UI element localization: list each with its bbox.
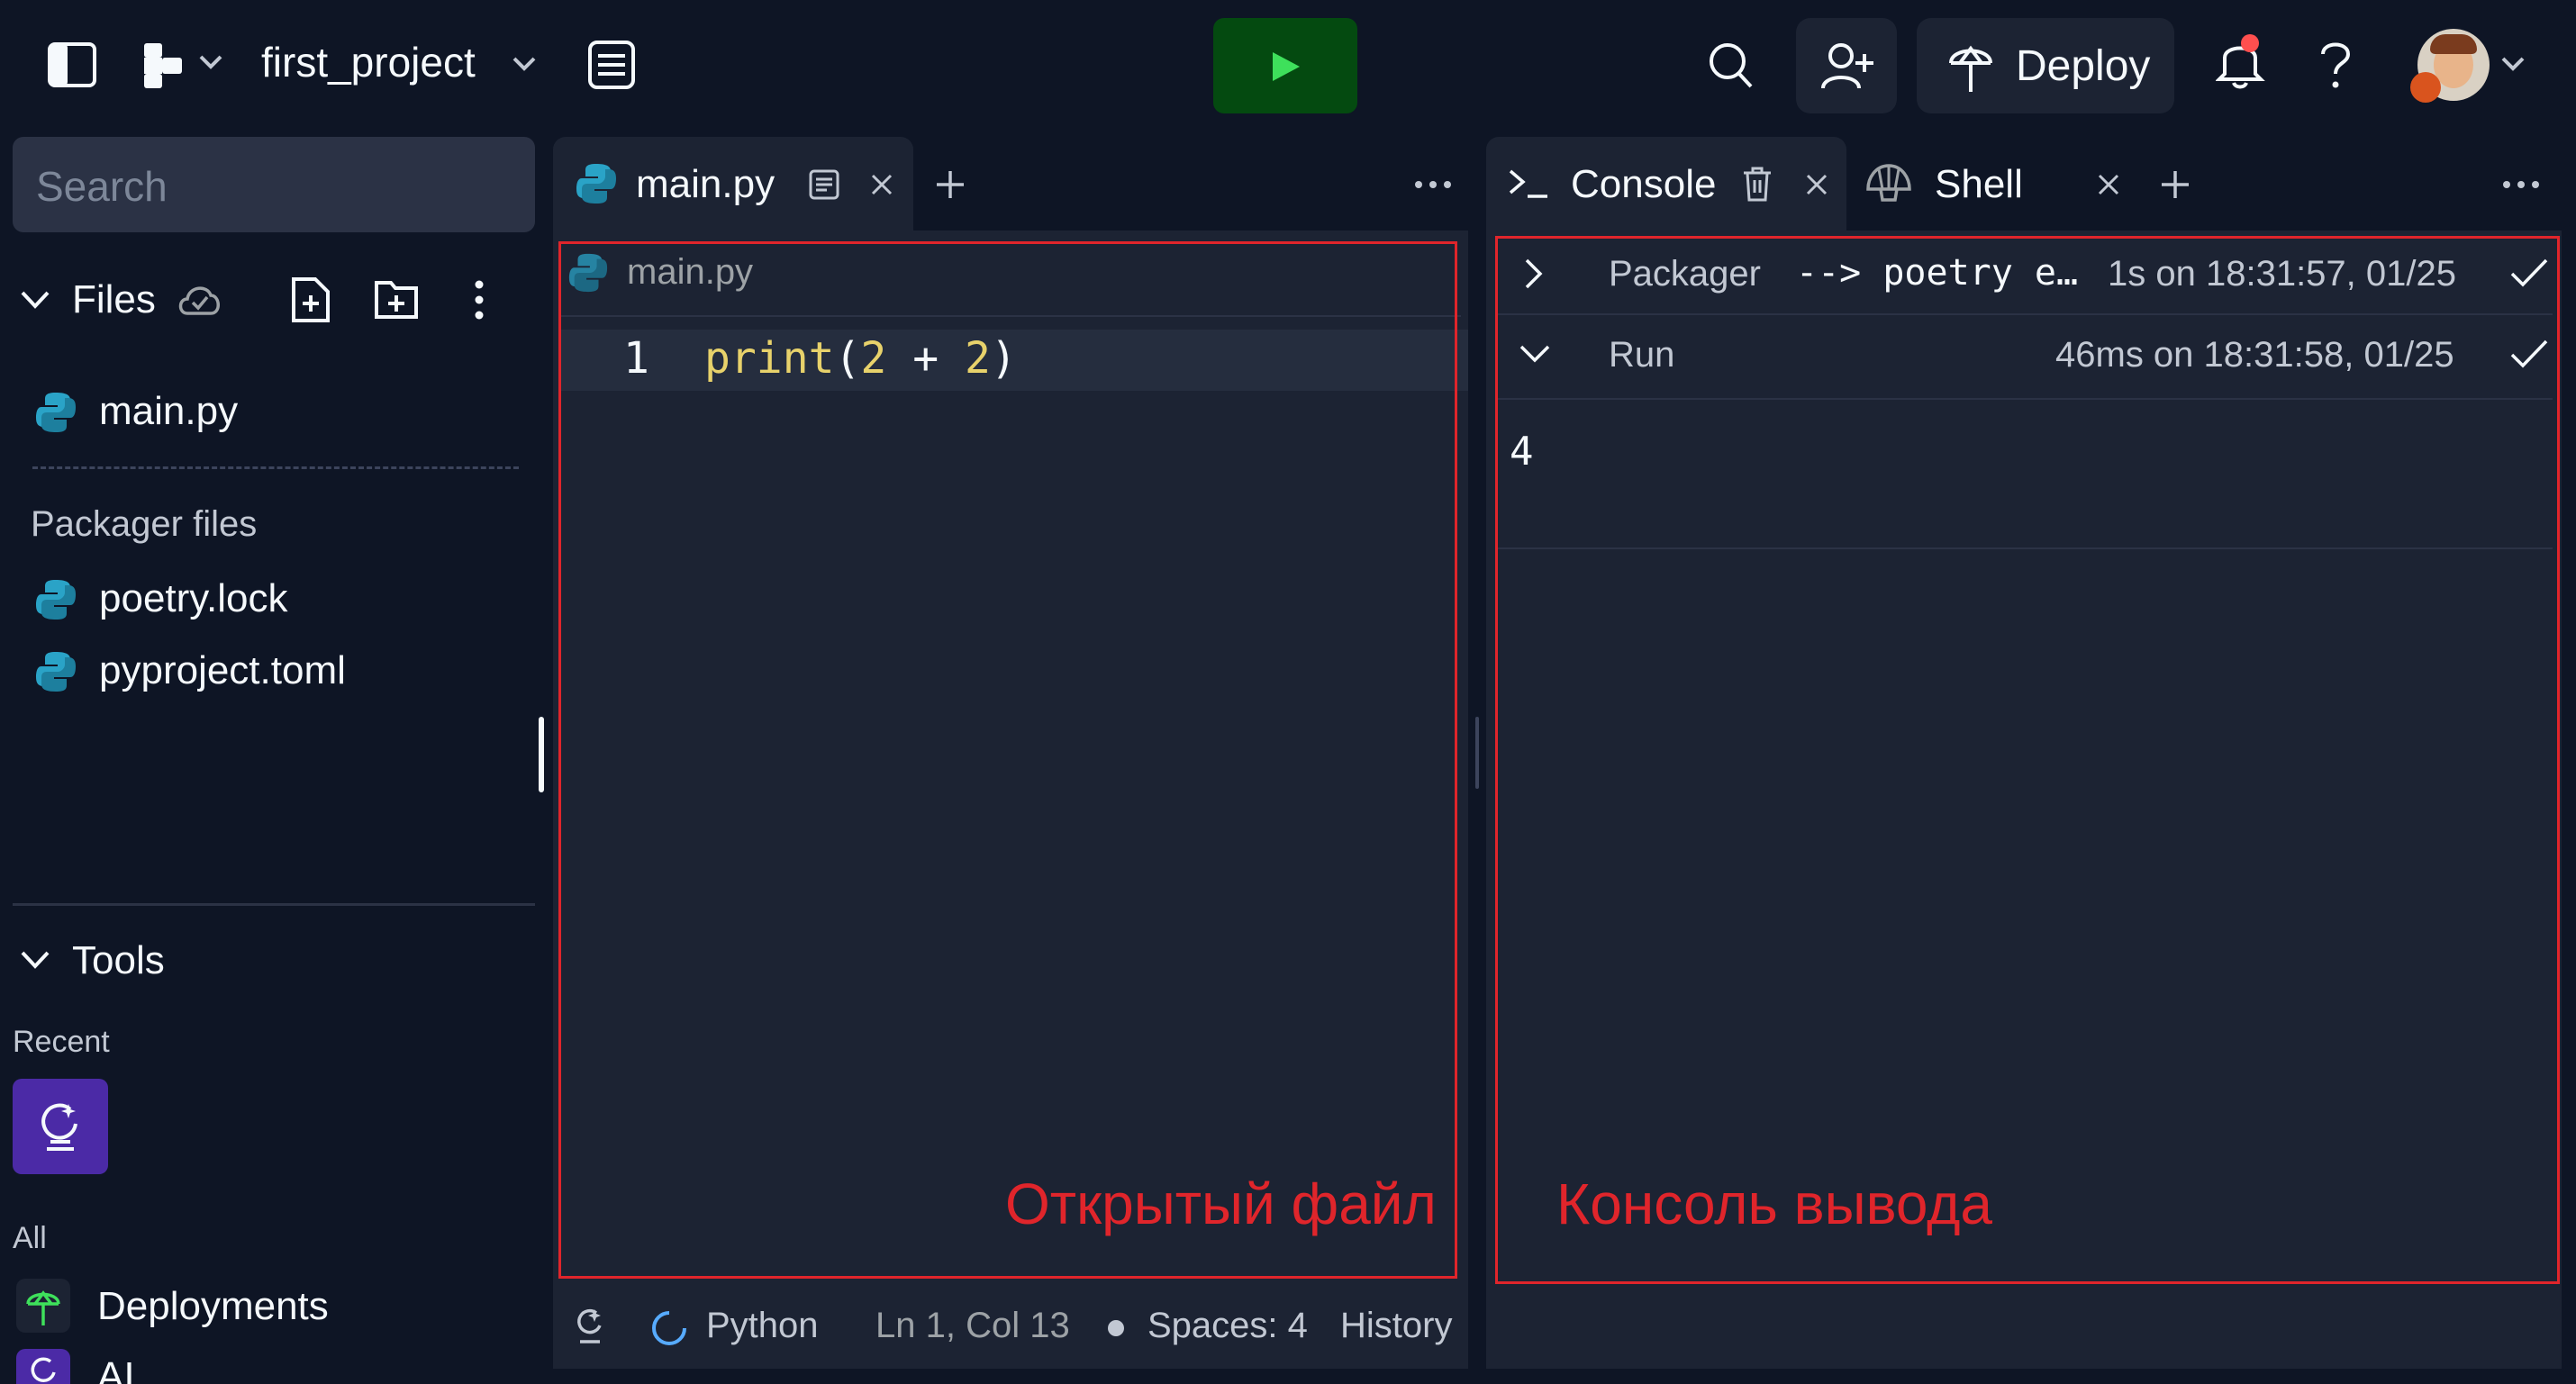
cursor-position[interactable]: Ln 1, Col 13: [875, 1306, 1070, 1346]
account-chevron-down-icon[interactable]: [2500, 56, 2526, 72]
tab-label: main.py: [636, 162, 776, 206]
file-name: main.py: [99, 389, 239, 433]
editor-annotation-box: [558, 241, 1457, 1279]
close-icon: [1806, 174, 1828, 195]
invite-button[interactable]: [1796, 18, 1897, 113]
tools-chevron-down-icon[interactable]: [20, 950, 50, 970]
python-icon: [36, 652, 76, 692]
search-input[interactable]: Search: [13, 137, 535, 232]
python-icon: [36, 580, 76, 620]
deploy-label: Deploy: [2016, 42, 2151, 90]
editor-annotation-label: Открытый файл: [1005, 1171, 1437, 1236]
editor-tab-main-py[interactable]: main.py: [553, 137, 913, 231]
packager-files-heading: Packager files: [31, 504, 258, 544]
cloud-check-icon: [177, 281, 222, 317]
python-icon: [576, 164, 616, 204]
ai-icon-bg: [16, 1349, 70, 1384]
tab-label: Console: [1571, 162, 1717, 206]
deploy-button[interactable]: Deploy: [1917, 18, 2174, 113]
file-outline-icon: [809, 169, 839, 200]
console-annotation-box: [1495, 236, 2560, 1284]
console-more-icon[interactable]: [2502, 180, 2540, 189]
search-placeholder: Search: [36, 163, 168, 210]
new-folder-icon[interactable]: [373, 277, 420, 321]
close-icon: [2098, 174, 2119, 195]
run-button[interactable]: [1213, 18, 1357, 113]
replit-logo-icon[interactable]: [142, 41, 184, 90]
project-info-icon[interactable]: [587, 40, 636, 90]
tool-item-deployments[interactable]: Deployments: [16, 1279, 521, 1336]
ai-icon: [31, 1357, 56, 1382]
more-options-icon[interactable]: [474, 279, 485, 321]
files-dashed-divider: [32, 466, 519, 469]
chevron-down-icon[interactable]: [198, 54, 223, 70]
ai-assist-icon: [577, 1308, 602, 1343]
ai-icon: [41, 1103, 77, 1151]
console-annotation-label: Консоль вывода: [1556, 1171, 1992, 1236]
file-name: poetry.lock: [99, 576, 288, 620]
sidebar-toggle-icon[interactable]: [47, 41, 97, 88]
tab-shell[interactable]: Shell: [1854, 137, 2133, 231]
add-user-icon: [1821, 43, 1873, 89]
trash-icon: [1744, 167, 1771, 202]
add-console-tab-icon[interactable]: [2160, 169, 2191, 200]
files-chevron-down-icon[interactable]: [20, 290, 50, 310]
notifications-icon[interactable]: [2216, 32, 2272, 90]
new-file-icon[interactable]: [290, 276, 331, 324]
status-dot: [1108, 1320, 1124, 1336]
recent-ai-tool-button[interactable]: [13, 1079, 108, 1174]
all-label: All: [13, 1221, 47, 1255]
add-tab-icon[interactable]: [935, 169, 966, 200]
file-name: pyproject.toml: [99, 648, 346, 692]
deployments-icon-bg: [16, 1279, 70, 1333]
editor-status-bar: Python Ln 1, Col 13 Spaces: 4 History: [553, 1289, 1468, 1369]
terminal-icon: [1509, 169, 1547, 198]
search-icon[interactable]: [1708, 40, 1755, 90]
top-bar: first_project Deploy: [0, 0, 2576, 135]
project-name[interactable]: first_project: [261, 38, 476, 86]
shell-icon: [1866, 164, 1911, 202]
tool-name: Deployments: [97, 1284, 329, 1328]
tool-name: AI: [97, 1354, 135, 1384]
tab-label: Shell: [1935, 162, 2023, 206]
help-icon[interactable]: [2318, 40, 2353, 90]
tab-console[interactable]: Console: [1486, 137, 1846, 231]
recent-label: Recent: [13, 1025, 110, 1059]
tools-divider: [13, 903, 535, 906]
tools-heading[interactable]: Tools: [72, 938, 165, 983]
files-heading[interactable]: Files: [72, 277, 156, 322]
file-item-main-py[interactable]: main.py: [34, 389, 521, 443]
python-icon: [36, 393, 76, 432]
language-indicator[interactable]: Python: [706, 1306, 819, 1346]
file-item-poetry-lock[interactable]: poetry.lock: [34, 574, 521, 629]
deploy-icon: [1949, 45, 1992, 92]
loading-spinner-icon: [652, 1311, 686, 1345]
panel-resize-handle[interactable]: [1475, 717, 1479, 789]
sidebar-resize-handle[interactable]: [539, 717, 544, 792]
close-icon: [871, 174, 893, 195]
history-button[interactable]: History: [1340, 1306, 1452, 1346]
avatar-badge: [2410, 72, 2441, 103]
tool-item-ai[interactable]: AI: [16, 1349, 521, 1384]
file-item-pyproject-toml[interactable]: pyproject.toml: [34, 647, 521, 701]
avatar-hair: [2430, 34, 2477, 54]
deployments-icon: [26, 1290, 60, 1325]
project-chevron-down-icon[interactable]: [512, 56, 537, 72]
indent-setting[interactable]: Spaces: 4: [1147, 1306, 1308, 1346]
editor-more-icon[interactable]: [1414, 180, 1452, 189]
